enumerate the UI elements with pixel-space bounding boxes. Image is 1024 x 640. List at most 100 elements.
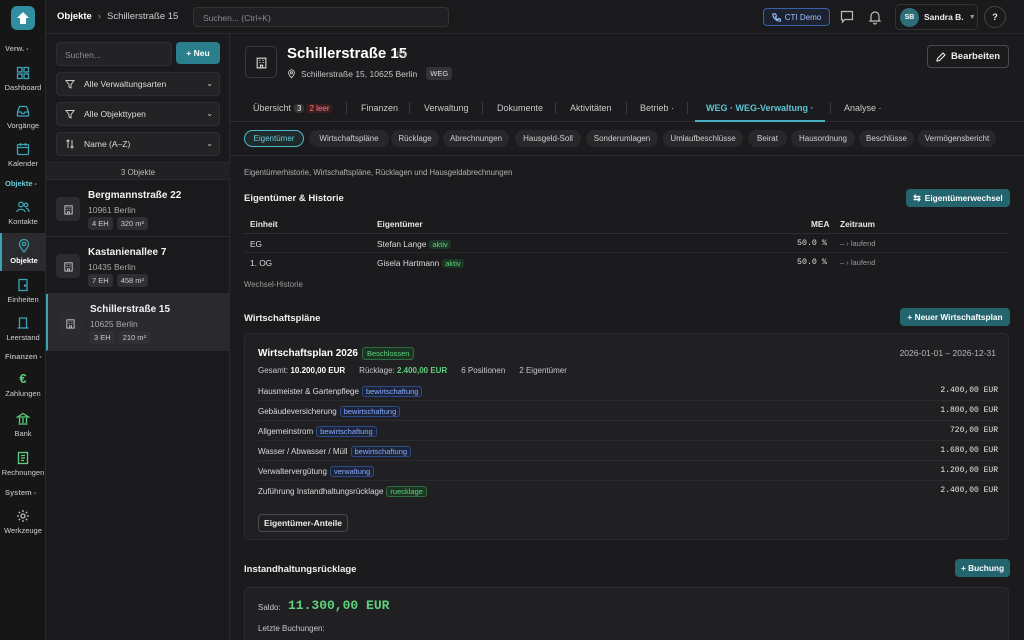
filter-verwaltungsart-label: Alle Verwaltungsarten xyxy=(84,79,167,89)
plan-summary: Gesamt: 10.200,00 EUR Rücklage: 2.400,00… xyxy=(258,366,567,375)
plan-row-label: Zuführung Instandhaltungsrücklage xyxy=(258,487,384,496)
plan-row-label: Gebäudeversicherung xyxy=(258,407,337,416)
object-list-panel: Suchen... + Neu Alle Verwaltungsarten ⌄ … xyxy=(46,34,230,640)
tab-dokumente[interactable]: Dokumente xyxy=(497,103,543,113)
row-period: – › laufend xyxy=(840,258,876,267)
user-menu[interactable]: SB Sandra B. ▼ xyxy=(895,4,978,30)
app-logo[interactable] xyxy=(11,6,35,30)
cti-demo-button[interactable]: CTI Demo xyxy=(763,8,830,26)
row-owner: Gisela Hartmann aktiv xyxy=(377,258,464,268)
tab-verwaltung[interactable]: Verwaltung xyxy=(424,103,469,113)
subtab-beschluesse[interactable]: Beschlüsse xyxy=(859,130,914,147)
tab-uebersicht[interactable]: Übersicht 3 2 leer xyxy=(253,103,333,113)
section-description: Eigentümerhistorie, Wirtschaftspläne, Rü… xyxy=(244,168,513,177)
subtab-hausordnung[interactable]: Hausordnung xyxy=(791,130,855,147)
bell-icon[interactable] xyxy=(867,9,883,25)
balance-value: 11.300,00 EUR xyxy=(288,598,390,613)
reserve-value: 2.400,00 EUR xyxy=(396,366,448,375)
add-booking-button[interactable]: + Buchung xyxy=(955,559,1010,577)
object-item-kastanienallee[interactable]: Kastanienallee 7 10435 Berlin 7 EH 458 m² xyxy=(46,237,230,294)
rail-item-label: Bank xyxy=(14,429,32,438)
rail-item-dashboard[interactable]: Dashboard xyxy=(0,60,46,98)
column-header-unit: Einheit xyxy=(250,219,278,229)
object-title: Schillerstraße 15 xyxy=(90,304,171,315)
tab-finanzen[interactable]: Finanzen xyxy=(361,103,398,113)
pencil-icon xyxy=(936,51,946,62)
category-badge: bewirtschaftung xyxy=(339,406,401,417)
rail-item-label: Objekte xyxy=(10,256,38,265)
subtab-wirtschaftsplaene[interactable]: Wirtschaftspläne xyxy=(309,130,389,147)
rail-item-rechnungen[interactable]: Rechnungen xyxy=(0,445,46,483)
subtab-ruecklage[interactable]: Rücklage xyxy=(391,130,439,147)
subtab-eigentuemer[interactable]: Eigentümer xyxy=(244,130,304,147)
bank-icon xyxy=(16,412,30,425)
rail-section-verw[interactable]: Verw. • xyxy=(0,44,46,53)
rail-section-system[interactable]: System • xyxy=(0,488,46,497)
filter-icon xyxy=(65,80,75,89)
filter-verwaltungsart[interactable]: Alle Verwaltungsarten ⌄ xyxy=(56,72,220,96)
help-button[interactable]: ? xyxy=(984,6,1006,28)
rail-item-kontakte[interactable]: Kontakte xyxy=(0,194,46,232)
subtab-vermoegensbericht[interactable]: Vermögensbericht xyxy=(918,130,996,147)
owner-shares-button[interactable]: Eigentümer-Anteile xyxy=(258,514,348,532)
plan-row-value: 2.400,00 EUR xyxy=(940,386,998,395)
rail-item-einheiten[interactable]: Einheiten xyxy=(0,272,46,310)
history-link[interactable]: Wechsel-Historie xyxy=(244,280,303,289)
tab-analyse[interactable]: Analyse · xyxy=(844,103,882,113)
recent-bookings-label: Letzte Buchungen: xyxy=(258,624,325,633)
rail-section-finanzen[interactable]: Finanzen • xyxy=(0,352,46,361)
object-item-bergmannstrasse[interactable]: Bergmannstraße 22 10961 Berlin 4 EH 320 m… xyxy=(46,180,230,237)
filter-objekttyp[interactable]: Alle Objekttypen ⌄ xyxy=(56,102,220,126)
subtab-sonderumlagen[interactable]: Sonderumlagen xyxy=(586,130,658,147)
row-owner-name: Gisela Hartmann xyxy=(377,258,440,268)
object-title: Bergmannstraße 22 xyxy=(88,190,182,201)
owner-change-button[interactable]: ⇆ Eigentümerwechsel xyxy=(906,189,1010,207)
rail-item-objekte[interactable]: Objekte xyxy=(0,233,46,271)
global-search-input[interactable]: Suchen... (Ctrl+K) xyxy=(193,7,449,27)
category-badge: bewirtschaftung xyxy=(316,426,377,437)
rail-item-bank[interactable]: Bank xyxy=(0,406,46,444)
empty-door-icon xyxy=(17,317,29,329)
plan-card: Wirtschaftsplan 2026 Beschlossen 2026-01-… xyxy=(244,333,1009,540)
rail-item-vorgaenge[interactable]: Vorgänge xyxy=(0,98,46,136)
row-mea: 50.0 % xyxy=(797,258,827,267)
new-plan-button[interactable]: + Neuer Wirtschaftsplan xyxy=(900,308,1010,326)
rail-item-leerstand[interactable]: Leerstand xyxy=(0,310,46,348)
object-search-input[interactable]: Suchen... xyxy=(56,42,172,66)
plan-title: Wirtschaftsplan 2026 Beschlossen xyxy=(258,347,415,360)
rail-item-label: Einheiten xyxy=(7,295,39,304)
plan-row-value: 2.400,00 EUR xyxy=(940,486,998,495)
edit-button[interactable]: Bearbeiten xyxy=(927,45,1009,68)
tab-weg[interactable]: WEG · WEG-Verwaltung · xyxy=(706,103,814,113)
subtab-hausgeld-soll[interactable]: Hausgeld-Soll xyxy=(515,130,581,147)
type-badge: WEG xyxy=(426,67,453,80)
chat-icon[interactable] xyxy=(839,9,855,25)
chevron-down-icon: ⌄ xyxy=(206,79,213,88)
sort-select[interactable]: Name (A–Z) ⌄ xyxy=(56,132,220,156)
contacts-icon xyxy=(16,201,30,213)
building-icon xyxy=(56,197,80,221)
rail-item-label: Vorgänge xyxy=(6,121,40,130)
subtab-beirat[interactable]: Beirat xyxy=(748,130,787,147)
new-object-button[interactable]: + Neu xyxy=(176,42,220,64)
phone-icon xyxy=(772,12,781,22)
status-badge: Beschlossen xyxy=(361,347,415,360)
rail-item-zahlungen[interactable]: € Zahlungen xyxy=(0,366,46,404)
filter-icon xyxy=(65,110,75,119)
tab-aktivitaeten[interactable]: Aktivitäten xyxy=(570,103,612,113)
rail-item-werkzeuge[interactable]: Werkzeuge xyxy=(0,503,46,541)
rail-item-label: Rechnungen xyxy=(1,468,45,477)
object-item-schillerstrasse[interactable]: Schillerstraße 15 10625 Berlin 3 EH 210 m… xyxy=(46,294,230,351)
period-to: laufend xyxy=(850,239,876,248)
rail-section-objekte[interactable]: Objekte • xyxy=(0,179,46,188)
breadcrumb-objekte[interactable]: Objekte xyxy=(57,11,92,22)
row-period: – › laufend xyxy=(840,239,876,248)
plan-row-label: Verwaltervergütung xyxy=(258,467,327,476)
calendar-icon xyxy=(16,143,30,156)
plan-row-label: Allgemeinstrom xyxy=(258,427,314,436)
tab-betrieb[interactable]: Betrieb · xyxy=(640,103,674,113)
subtab-umlaufbeschluesse[interactable]: Umlaufbeschlüsse xyxy=(663,130,743,147)
location-pin-icon xyxy=(18,239,30,253)
subtab-abrechnungen[interactable]: Abrechnungen xyxy=(443,130,509,147)
rail-item-kalender[interactable]: Kalender xyxy=(0,136,46,174)
